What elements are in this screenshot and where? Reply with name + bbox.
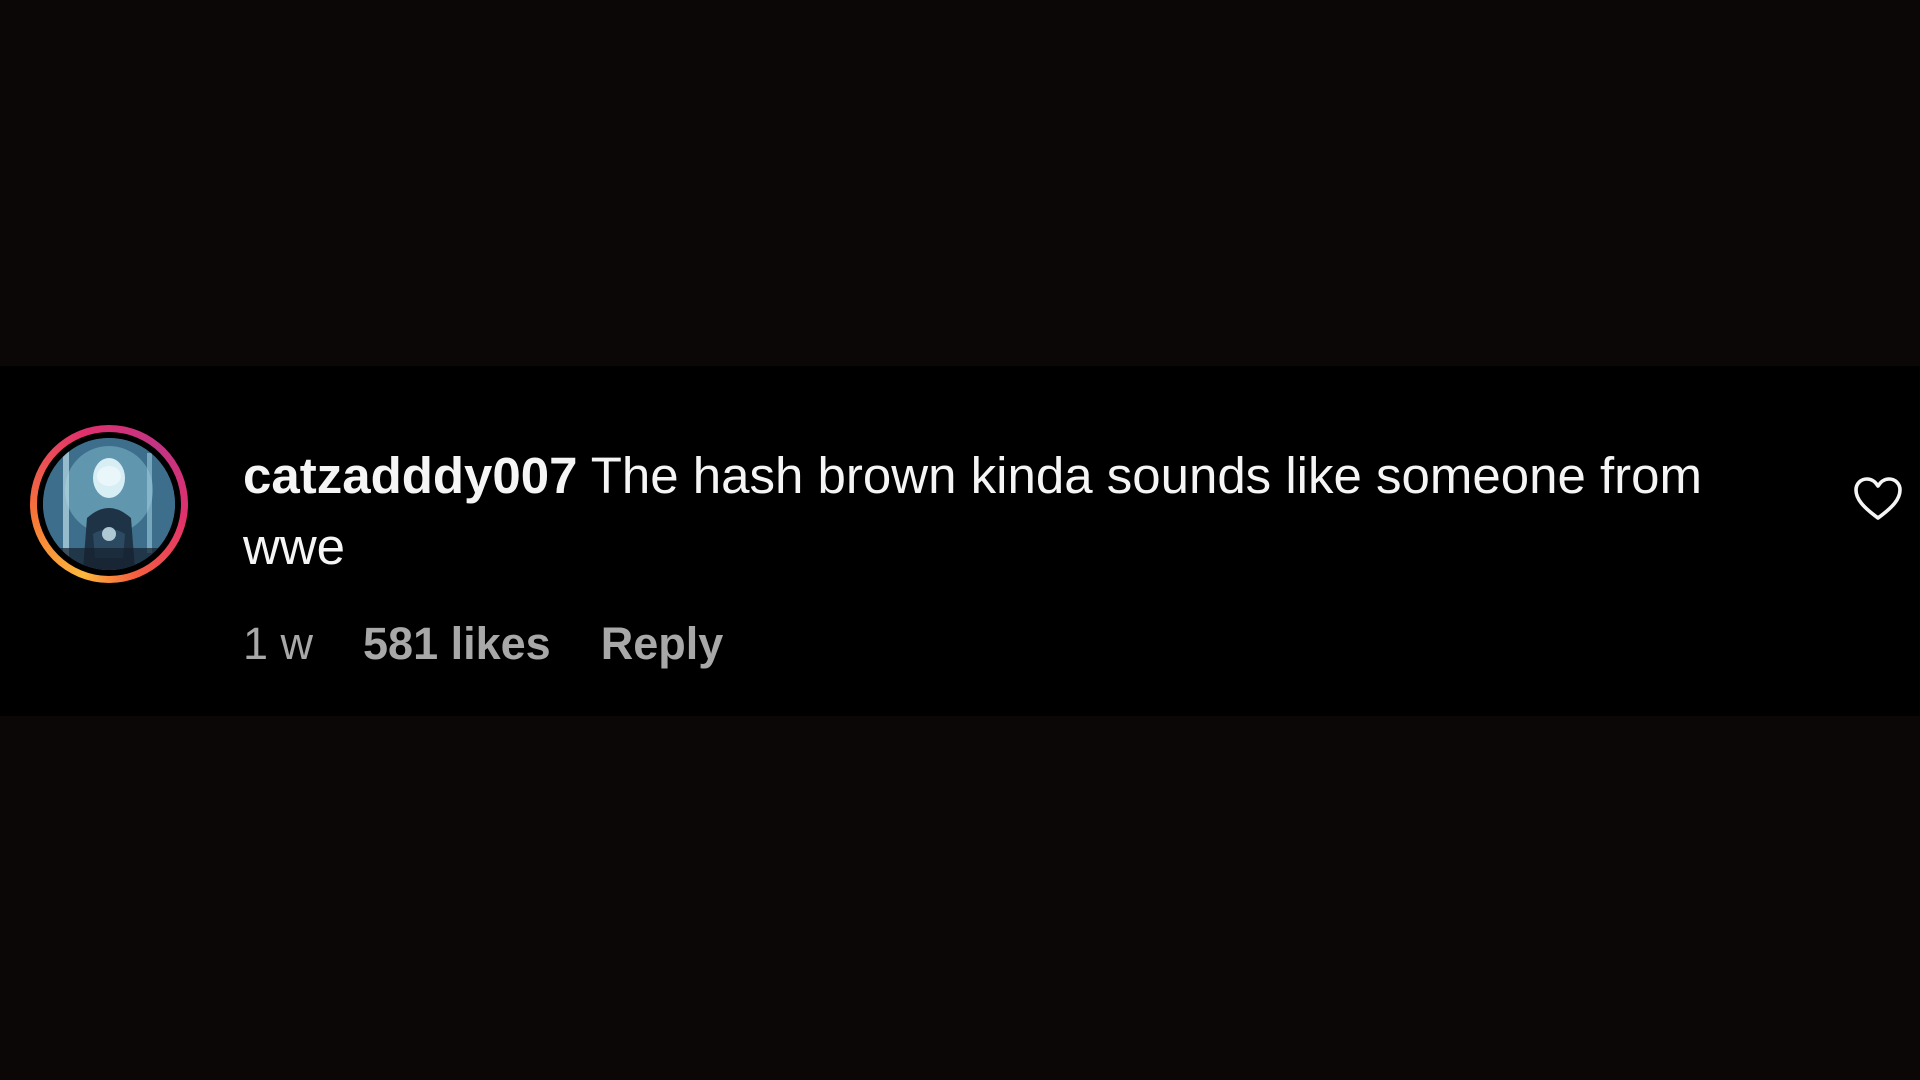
page: catzadddy007 The hash brown kinda sounds… <box>0 0 1920 1080</box>
heart-outline-icon <box>1854 477 1902 520</box>
like-button[interactable] <box>1853 476 1903 522</box>
story-ring-avatar[interactable] <box>30 425 188 583</box>
comment-timestamp: 1 w <box>243 618 314 669</box>
reply-button[interactable]: Reply <box>601 618 724 670</box>
avatar <box>43 438 175 570</box>
comment-username[interactable]: catzadddy007 <box>243 447 578 504</box>
avatar-gap <box>37 432 181 576</box>
avatar-image <box>43 438 175 570</box>
comment-like-count[interactable]: 581 likes <box>363 618 551 670</box>
comment-body: catzadddy007 The hash brown kinda sounds… <box>243 440 1783 582</box>
comment-meta: 1 w 581 likes Reply <box>243 614 723 674</box>
